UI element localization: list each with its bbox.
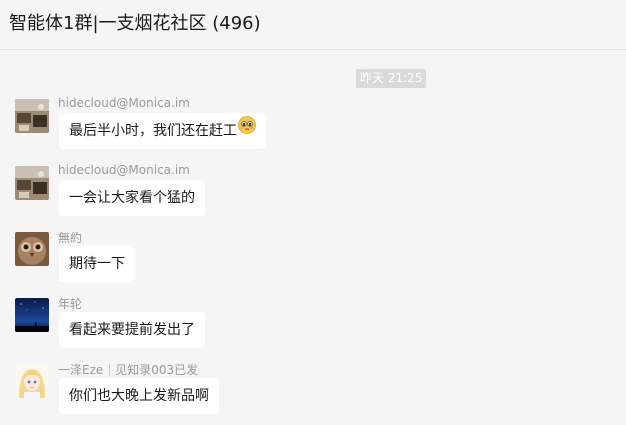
chat-header: 智能体1群|一支烟花社区 (496) [0, 0, 626, 50]
chat-title[interactable]: 智能体1群|一支烟花社区 (496) [9, 9, 261, 35]
owl-avatar[interactable] [15, 232, 49, 266]
sender-name: hidecloud@Monica.im [58, 96, 190, 110]
message-item: hidecloud@Monica.im 一会让大家看个猛的 [0, 163, 626, 221]
message-text: 你们也大晚上发新品啊 [69, 388, 209, 404]
message-bubble[interactable]: 最后半小时，我们还在赶工 [59, 113, 266, 149]
anime-girl-avatar[interactable] [15, 364, 49, 398]
message-text: 一会让大家看个猛的 [69, 190, 195, 206]
message-bubble[interactable]: 看起来要提前发出了 [59, 312, 205, 348]
message-text: 看起来要提前发出了 [69, 322, 195, 338]
message-bubble[interactable]: 你们也大晚上发新品啊 [59, 378, 219, 414]
message-text: 最后半小时，我们还在赶工 [69, 123, 237, 139]
message-item: hidecloud@Monica.im 最后半小时，我们还在赶工 [0, 96, 626, 154]
desk-photo-avatar[interactable] [15, 166, 49, 200]
pleading-face-emoji [238, 112, 256, 148]
message-text: 期待一下 [69, 256, 125, 272]
sender-name: 一泽Eze｜见知录003已发 [58, 363, 199, 377]
message-item: 年轮 看起来要提前发出了 [0, 295, 626, 353]
message-bubble[interactable]: 一会让大家看个猛的 [59, 180, 205, 216]
message-bubble[interactable]: 期待一下 [59, 246, 135, 282]
sender-name: 年轮 [58, 297, 83, 311]
sender-name: hidecloud@Monica.im [58, 163, 190, 177]
message-item: 無約 期待一下 [0, 229, 626, 287]
message-item: 一泽Eze｜见知录003已发 你们也大晚上发新品啊 [0, 361, 626, 419]
night-sky-avatar[interactable] [15, 298, 49, 332]
sender-name: 無約 [58, 231, 83, 245]
message-timestamp: 昨天 21:25 [356, 69, 427, 88]
desk-photo-avatar[interactable] [15, 99, 49, 133]
